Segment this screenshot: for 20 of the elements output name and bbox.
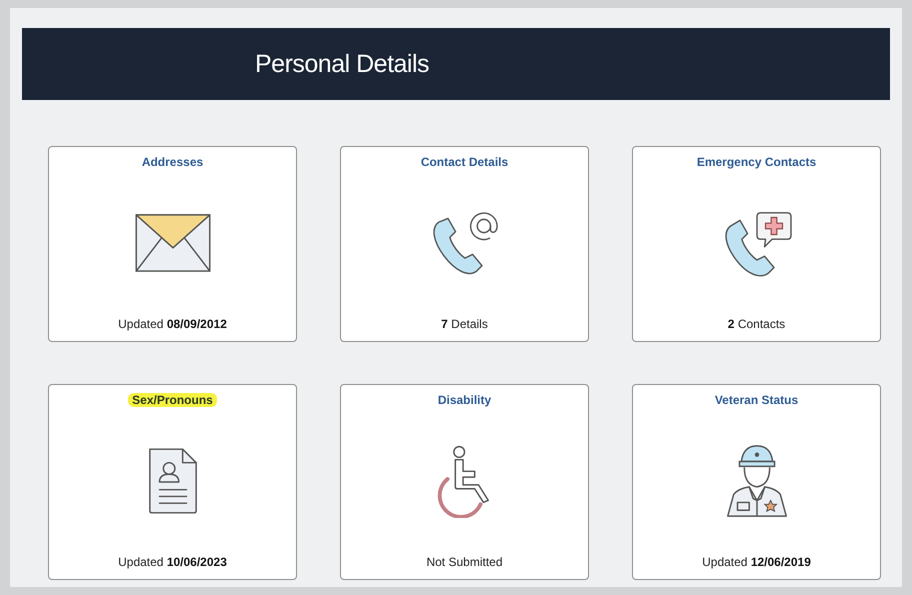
tile-title: Contact Details — [420, 155, 510, 169]
tile-status: Not Submitted — [426, 555, 503, 569]
tile-status: Updated 12/06/2019 — [702, 555, 811, 569]
tile-title: Sex/Pronouns — [128, 393, 217, 407]
tile-card[interactable]: Sex/Pronouns Updated 10/06/2023 — [48, 384, 297, 580]
tile-title: Emergency Contacts — [696, 155, 818, 169]
tile-status: 2 Contacts — [728, 317, 786, 331]
tile-status: Updated 10/06/2023 — [118, 555, 227, 569]
tile-status: Updated 08/09/2012 — [118, 317, 227, 331]
page-title: Personal Details — [255, 50, 430, 78]
tile-card[interactable]: Addresses Updated 08/09/2012 — [48, 146, 297, 342]
tile-card[interactable]: Disability Not Submitted — [340, 384, 589, 580]
tile-card[interactable]: Contact Details 7 Details — [340, 146, 589, 342]
tile-title: Addresses — [140, 155, 204, 169]
tile-card[interactable]: Emergency Contacts 2 Contacts — [632, 146, 881, 342]
tile-status: 7 Details — [441, 317, 488, 331]
tile-title: Disability — [436, 393, 492, 407]
envelope-icon — [134, 213, 212, 273]
tile-title: Veteran Status — [714, 393, 800, 407]
tile-card[interactable]: Veteran Status Updated 12/06/2019 — [632, 384, 881, 580]
